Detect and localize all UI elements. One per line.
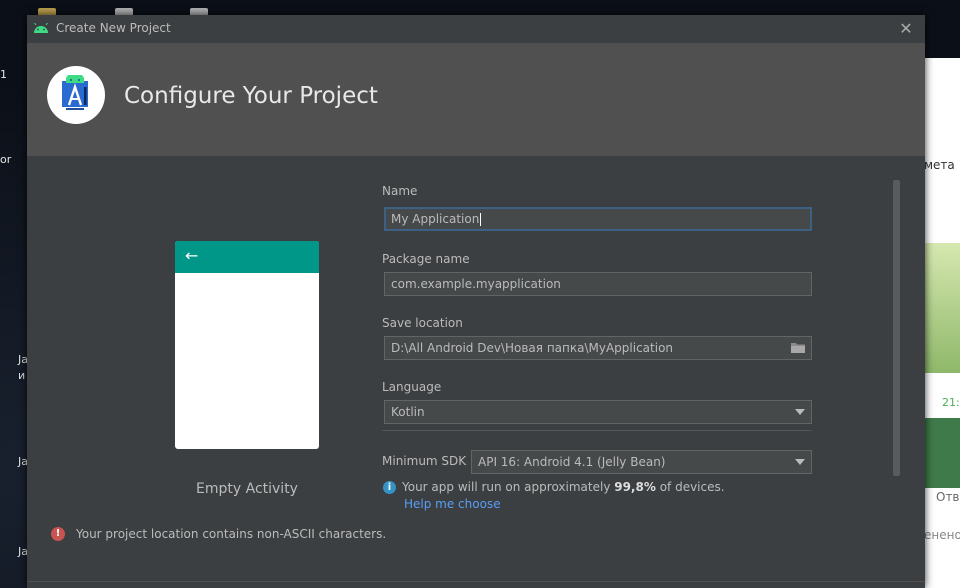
dialog-header: Configure Your Project xyxy=(27,43,925,156)
chevron-down-icon xyxy=(795,409,805,415)
android-studio-icon xyxy=(62,75,88,110)
footer-divider xyxy=(27,581,925,582)
minimum-sdk-select[interactable]: API 16: Android 4.1 (Jelly Bean) xyxy=(471,450,812,474)
close-icon[interactable]: ✕ xyxy=(897,20,915,38)
language-label: Language xyxy=(382,380,442,394)
background-text: ененo xyxy=(924,528,960,542)
separator xyxy=(382,430,812,431)
device-coverage-text: Your app will run on approximately 99,8%… xyxy=(402,480,725,494)
dialog-content: ← Empty Activity Name My Application Pac… xyxy=(27,156,925,588)
language-value: Kotlin xyxy=(391,405,425,419)
error-message: Your project location contains non-ASCII… xyxy=(76,527,387,541)
android-icon xyxy=(34,23,48,33)
background-text: 21: xyxy=(942,396,960,409)
save-location-label: Save location xyxy=(382,316,463,330)
back-arrow-icon: ← xyxy=(185,246,199,265)
activity-preview: ← xyxy=(175,241,319,449)
package-name-label: Package name xyxy=(382,252,470,266)
name-label: Name xyxy=(382,184,418,198)
minimum-sdk-value: API 16: Android 4.1 (Jelly Bean) xyxy=(478,455,666,469)
package-name-value: com.example.myapplication xyxy=(391,277,561,291)
info-icon: i xyxy=(383,481,396,494)
page-title: Configure Your Project xyxy=(124,83,378,109)
save-location-value: D:\All Android Dev\Новая папка\MyApplica… xyxy=(391,341,674,355)
coverage-percent: 99,8% xyxy=(614,480,656,494)
name-input[interactable]: My Application xyxy=(384,207,812,231)
preview-app-bar: ← xyxy=(175,241,319,273)
background-window[interactable]: мета 21: Отв ененo xyxy=(924,58,960,588)
error-icon: ! xyxy=(51,527,65,541)
language-select[interactable]: Kotlin xyxy=(384,400,812,424)
android-studio-logo xyxy=(47,66,105,124)
folder-icon[interactable] xyxy=(791,342,805,353)
title-bar[interactable]: Create New Project ✕ xyxy=(27,15,925,43)
save-location-input[interactable]: D:\All Android Dev\Новая папка\MyApplica… xyxy=(384,336,812,360)
coverage-suffix: of devices. xyxy=(655,480,725,494)
background-image xyxy=(924,418,960,488)
background-text: мета xyxy=(924,158,955,172)
minimum-sdk-label: Minimum SDK xyxy=(382,454,467,468)
desktop-label: 1 xyxy=(0,68,7,81)
background-image xyxy=(924,243,960,373)
help-me-choose-link[interactable]: Help me choose xyxy=(404,497,501,511)
chevron-down-icon xyxy=(795,459,805,465)
coverage-prefix: Your app will run on approximately xyxy=(402,480,615,494)
window-title: Create New Project xyxy=(56,21,171,35)
background-text: Отв xyxy=(936,490,960,504)
desktop-label: и xyxy=(18,369,26,382)
desktop-label: or xyxy=(0,153,12,166)
scrollbar[interactable] xyxy=(893,180,900,476)
create-project-dialog: Create New Project ✕ Configure Your Proj… xyxy=(27,15,925,588)
package-name-input[interactable]: com.example.myapplication xyxy=(384,272,812,296)
name-input-value: My Application xyxy=(391,212,480,226)
text-caret xyxy=(480,213,482,226)
activity-template-label: Empty Activity xyxy=(196,481,298,497)
